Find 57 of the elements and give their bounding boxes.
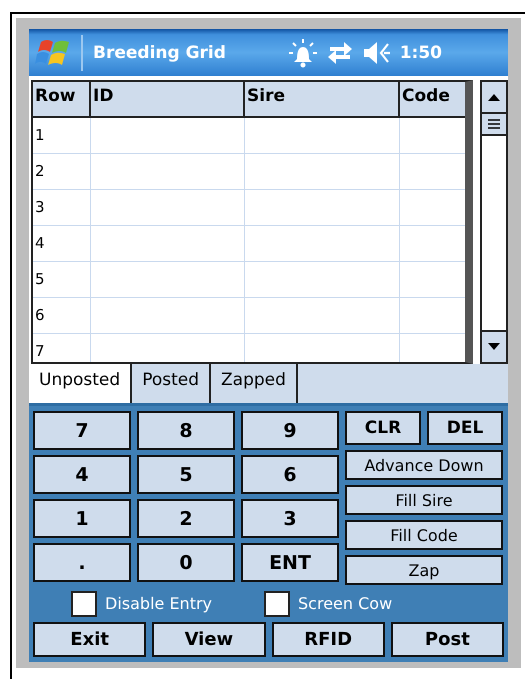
checkbox[interactable] (264, 590, 290, 616)
table-cell: 3 (33, 190, 91, 226)
command-button[interactable]: Exit (33, 622, 146, 657)
key-button[interactable]: 7 (33, 411, 131, 450)
scrollbar[interactable] (480, 80, 508, 364)
scroll-thumb-icon[interactable] (488, 119, 500, 129)
key-button[interactable]: 8 (137, 411, 235, 450)
scroll-up-icon[interactable] (488, 93, 500, 101)
key-button[interactable]: 5 (137, 455, 235, 494)
action-button[interactable]: Fill Code (345, 520, 503, 550)
table-cell[interactable] (245, 118, 400, 154)
key-button[interactable]: 6 (241, 455, 339, 494)
bell-icon[interactable] (288, 36, 318, 68)
action-button[interactable]: Advance Down (345, 450, 503, 480)
column-header[interactable]: Code (400, 82, 465, 118)
checkbox[interactable] (71, 590, 97, 616)
table-cell[interactable] (245, 298, 400, 334)
table-cell[interactable] (245, 154, 400, 190)
command-button[interactable]: View (152, 622, 266, 657)
action-button[interactable]: Zap (345, 555, 503, 585)
key-button[interactable]: 9 (241, 411, 339, 450)
table-cell[interactable] (91, 154, 245, 190)
speaker-icon[interactable] (362, 40, 392, 66)
column-header[interactable]: ID (91, 82, 245, 118)
checkbox-label: Screen Cow (298, 594, 392, 613)
command-button[interactable]: Post (390, 622, 504, 657)
table-cell: 6 (33, 298, 91, 334)
key-button[interactable]: 3 (241, 499, 339, 538)
table-cell[interactable] (245, 262, 400, 298)
checkbox-label: Disable Entry (105, 594, 212, 613)
table-cell: 4 (33, 226, 91, 262)
key-button[interactable]: ENT (241, 543, 339, 582)
table-cell[interactable] (245, 226, 400, 262)
column-header[interactable]: Row (33, 82, 91, 118)
sync-arrows-icon[interactable] (326, 40, 354, 66)
action-button[interactable]: Fill Sire (345, 485, 503, 515)
key-button[interactable]: DEL (427, 411, 503, 445)
key-button[interactable]: 2 (137, 499, 235, 538)
key-button[interactable]: 0 (137, 543, 235, 582)
table-cell[interactable] (91, 118, 245, 154)
tab[interactable]: Unposted (29, 364, 132, 403)
scroll-down-icon[interactable] (488, 343, 500, 351)
table-cell[interactable] (91, 262, 245, 298)
key-button[interactable]: 1 (33, 499, 131, 538)
key-button[interactable]: . (33, 543, 131, 582)
command-button[interactable]: RFID (272, 622, 385, 657)
table-cell[interactable] (245, 190, 400, 226)
table-cell: 1 (33, 118, 91, 154)
key-button[interactable]: CLR (345, 411, 421, 445)
table-cell[interactable] (91, 226, 245, 262)
window-title: Breeding Grid (93, 42, 226, 62)
table-cell[interactable] (91, 298, 245, 334)
table-cell: 2 (33, 154, 91, 190)
key-button[interactable]: 4 (33, 455, 131, 494)
table-cell: 5 (33, 262, 91, 298)
table-cell[interactable] (91, 190, 245, 226)
column-header[interactable]: Sire (245, 82, 400, 118)
